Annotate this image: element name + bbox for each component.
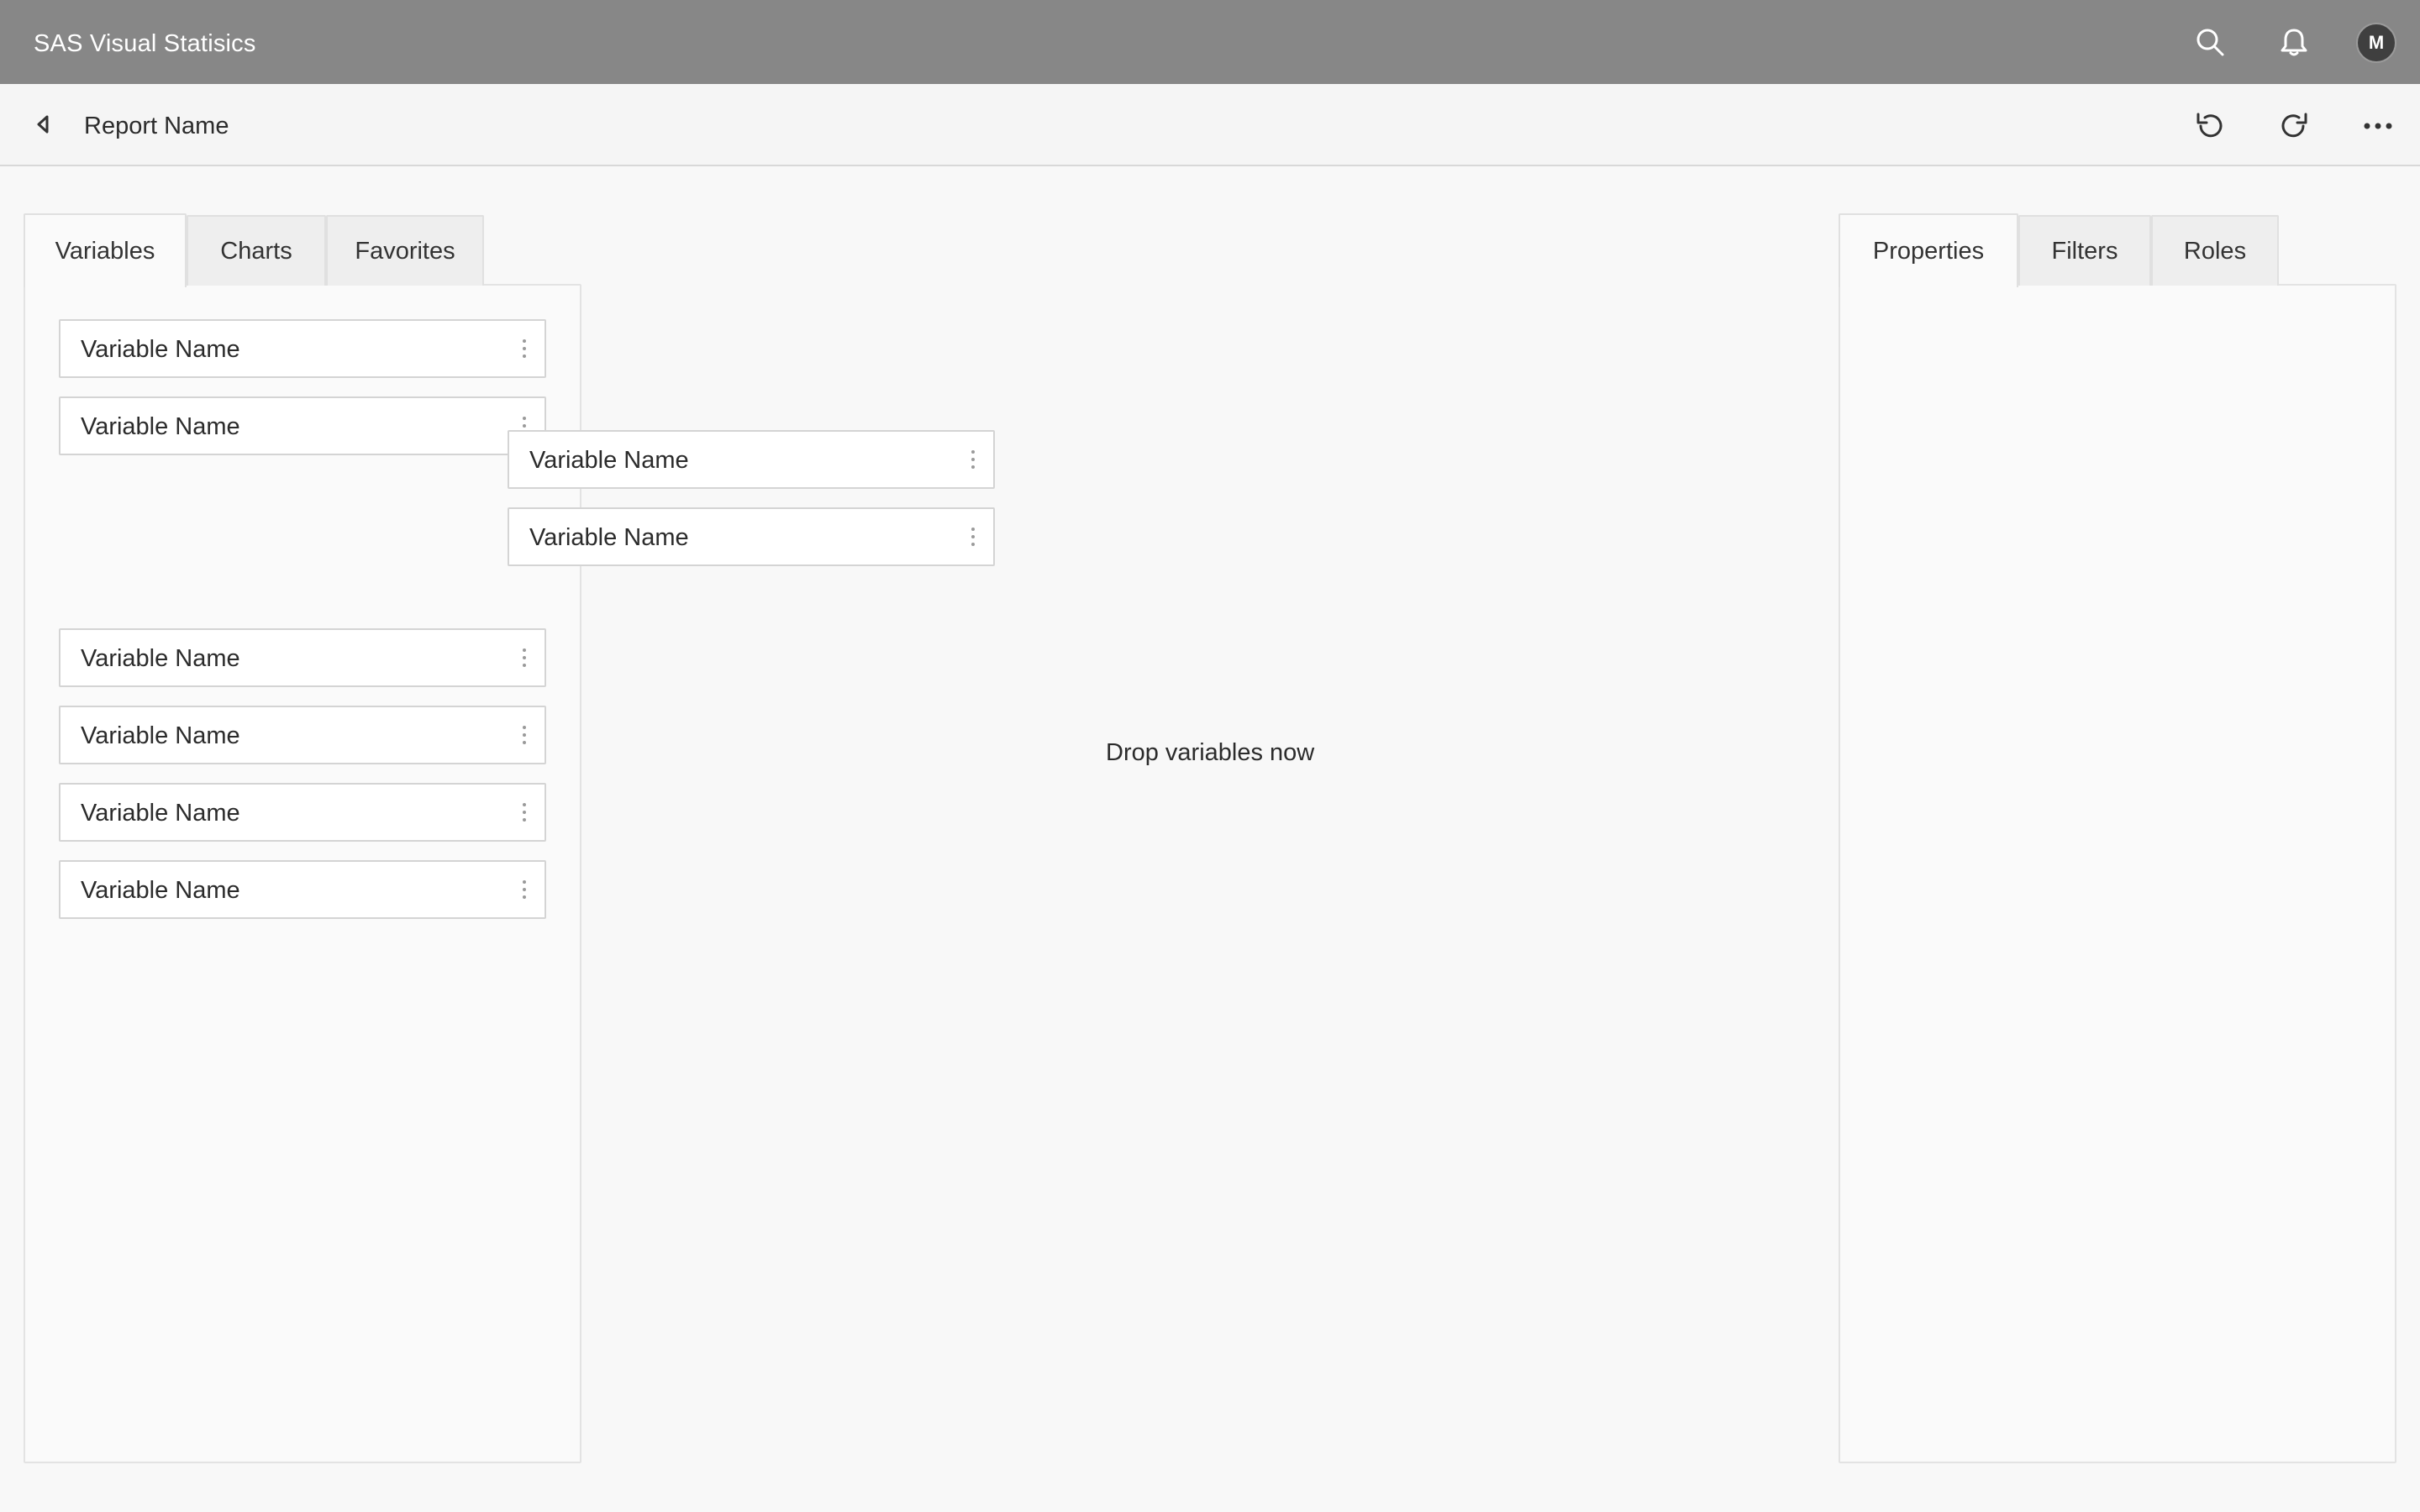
report-toolbar: Report Name	[0, 84, 2420, 166]
properties-panel	[1839, 284, 2396, 1463]
kebab-menu-icon[interactable]	[516, 723, 533, 747]
variable-item[interactable]: Variable Name	[59, 860, 546, 919]
variable-label: Variable Name	[81, 645, 240, 672]
tab-roles[interactable]: Roles	[2151, 215, 2279, 286]
kebab-menu-icon[interactable]	[516, 646, 533, 669]
avatar[interactable]: M	[2356, 23, 2396, 63]
tab-charts[interactable]: Charts	[187, 215, 326, 286]
kebab-menu-icon[interactable]	[516, 801, 533, 824]
variable-label: Variable Name	[81, 336, 240, 363]
variable-label: Variable Name	[81, 877, 240, 904]
variable-item[interactable]: Variable Name	[59, 319, 546, 378]
tab-label: Variables	[55, 237, 155, 265]
kebab-menu-icon[interactable]	[965, 448, 981, 471]
tab-label: Filters	[2051, 237, 2118, 265]
kebab-menu-icon[interactable]	[516, 337, 533, 360]
drop-hint: Drop variables now	[1106, 739, 1315, 766]
back-caret-icon[interactable]	[29, 109, 59, 139]
app-bar: SAS Visual Statisics M	[0, 0, 2420, 84]
redo-icon[interactable]	[2272, 104, 2316, 148]
tab-label: Roles	[2183, 237, 2247, 265]
variable-label: Variable Name	[81, 413, 240, 440]
variable-item[interactable]: Variable Name	[59, 628, 546, 687]
tab-variables[interactable]: Variables	[24, 213, 187, 287]
bell-icon[interactable]	[2274, 22, 2314, 62]
report-name[interactable]: Report Name	[84, 84, 229, 166]
dragged-variable-item[interactable]: Variable Name	[508, 507, 995, 566]
tab-label: Favorites	[355, 237, 455, 265]
variable-label: Variable Name	[529, 524, 689, 551]
variable-label: Variable Name	[81, 722, 240, 749]
kebab-menu-icon[interactable]	[965, 525, 981, 549]
variable-item[interactable]: Variable Name	[59, 396, 546, 455]
dragged-variable-item[interactable]: Variable Name	[508, 430, 995, 489]
tab-properties[interactable]: Properties	[1839, 213, 2018, 287]
variable-label: Variable Name	[81, 800, 240, 827]
variable-item[interactable]: Variable Name	[59, 783, 546, 842]
search-icon[interactable]	[2190, 22, 2230, 62]
kebab-menu-icon[interactable]	[516, 878, 533, 901]
tab-filters[interactable]: Filters	[2018, 215, 2151, 286]
undo-icon[interactable]	[2188, 104, 2232, 148]
app-title: SAS Visual Statisics	[34, 30, 256, 57]
variable-item[interactable]: Variable Name	[59, 706, 546, 764]
tab-label: Properties	[1872, 237, 1985, 265]
tab-label: Charts	[220, 237, 292, 265]
tab-favorites[interactable]: Favorites	[326, 215, 484, 286]
variable-label: Variable Name	[529, 447, 689, 474]
more-icon[interactable]	[2356, 104, 2400, 148]
